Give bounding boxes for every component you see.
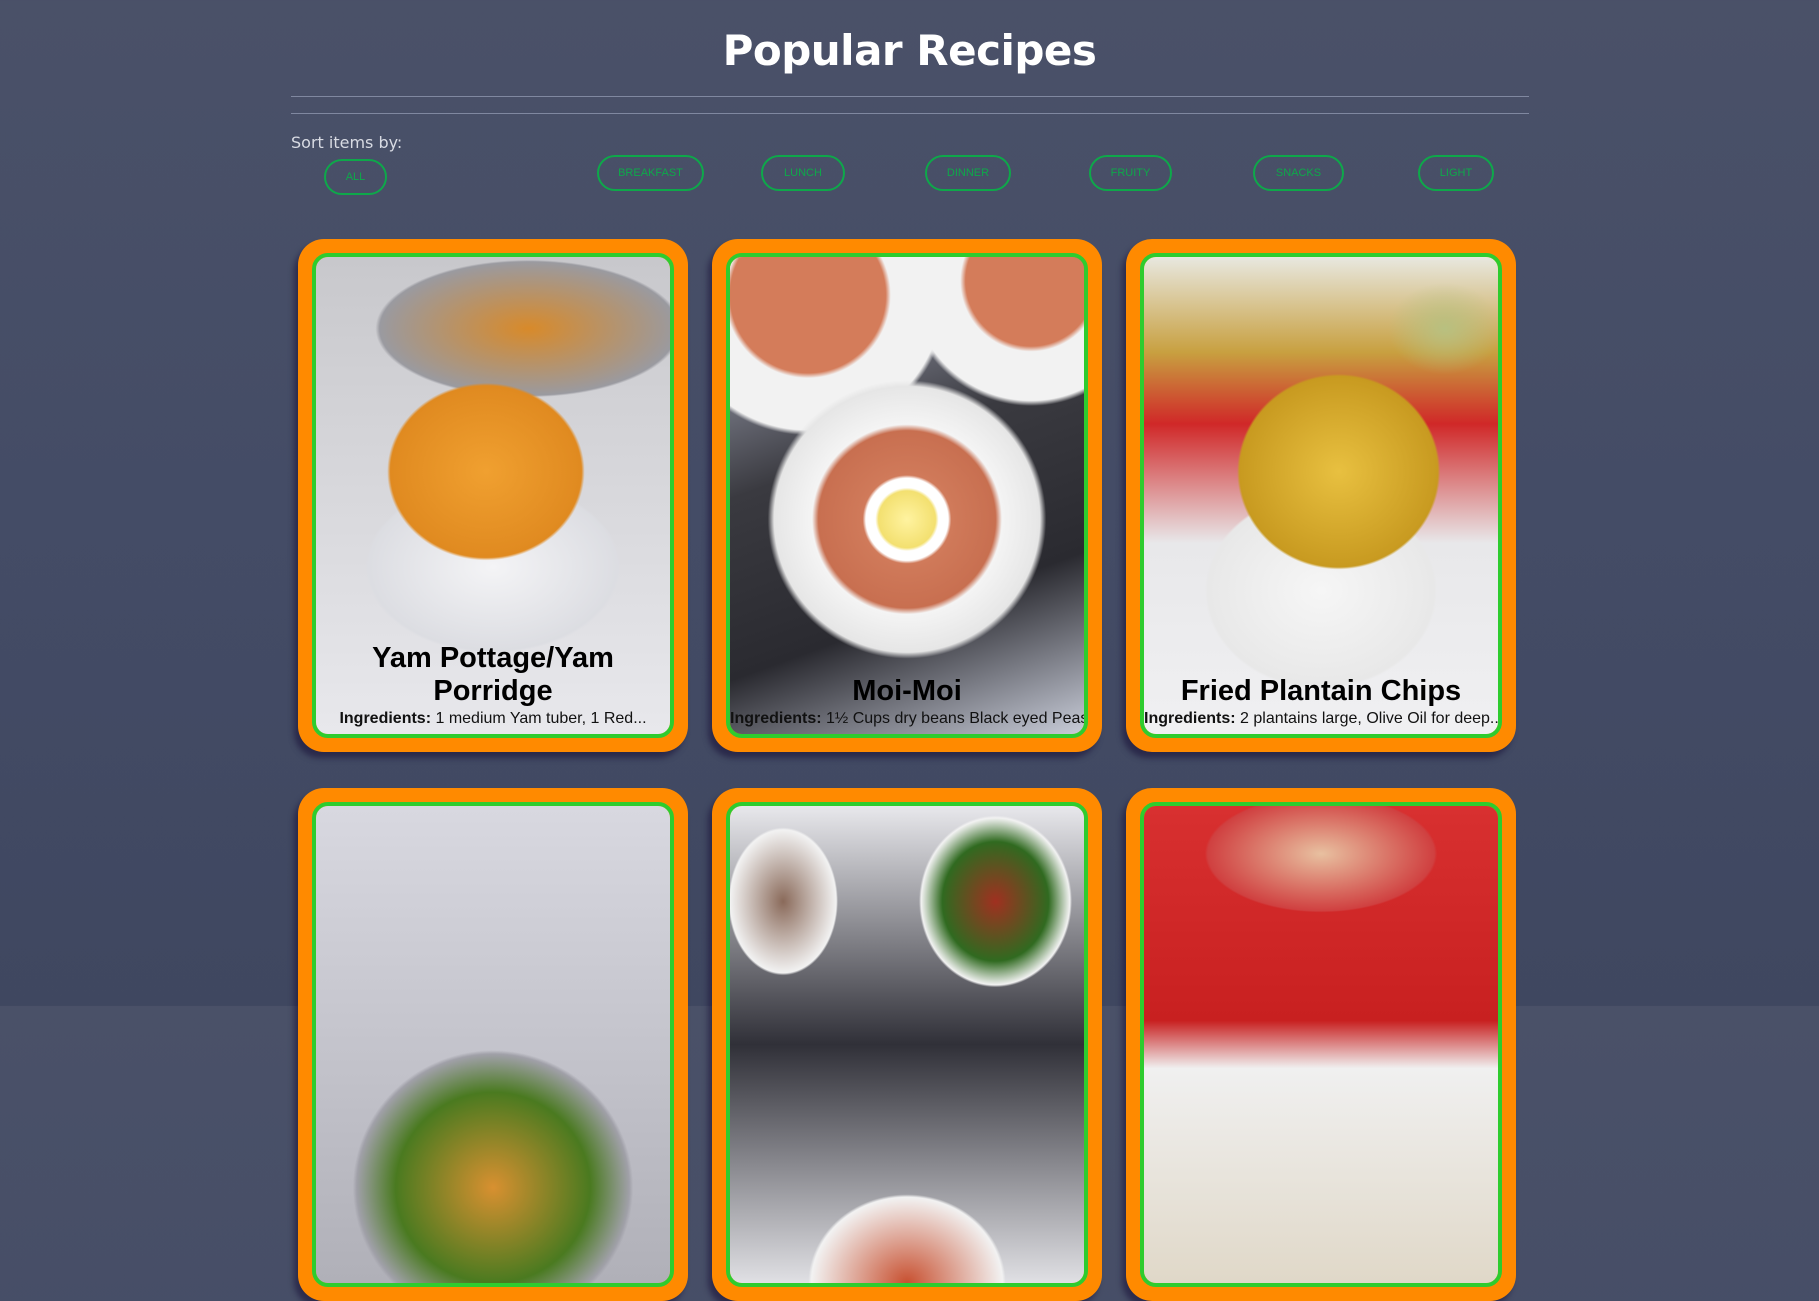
- recipe-card[interactable]: [298, 788, 688, 1301]
- recipe-image: [1144, 806, 1498, 1283]
- recipe-ingredients: Ingredients: 1 medium Yam tuber, 1 Red..…: [339, 710, 647, 727]
- filter-fruity-button[interactable]: FRUITY: [1089, 155, 1172, 191]
- recipe-card[interactable]: [712, 788, 1102, 1301]
- filter-snacks-button[interactable]: SNACKS: [1253, 155, 1344, 191]
- recipe-ingredients: Ingredients: 1½ Cups dry beans Black eye…: [730, 710, 1084, 727]
- page-title: Popular Recipes: [722, 26, 1097, 75]
- recipe-title: Yam Pottage/Yam Porridge: [372, 642, 614, 707]
- divider: [291, 96, 1529, 97]
- recipe-ingredients: Ingredients: 2 plantains large, Olive Oi…: [1144, 710, 1498, 727]
- recipe-title: Fried Plantain Chips: [1180, 675, 1462, 707]
- recipe-image: [730, 257, 1084, 734]
- recipe-title: Moi-Moi: [852, 675, 962, 707]
- filter-all-button[interactable]: ALL: [324, 159, 387, 195]
- filter-light-button[interactable]: LIGHT: [1418, 155, 1494, 191]
- divider: [291, 113, 1529, 114]
- recipe-card[interactable]: Yam Pottage/Yam Porridge Ingredients: 1 …: [298, 239, 688, 752]
- sort-label: Sort items by:: [291, 133, 403, 152]
- recipe-card[interactable]: Fried Plantain Chips Ingredients: 2 plan…: [1126, 239, 1516, 752]
- filter-lunch-button[interactable]: LUNCH: [761, 155, 845, 191]
- recipe-image: [316, 806, 670, 1283]
- recipe-image: [1144, 257, 1498, 734]
- recipe-image: [730, 806, 1084, 1283]
- recipe-card[interactable]: [1126, 788, 1516, 1301]
- filter-breakfast-button[interactable]: BREAKFAST: [597, 155, 704, 191]
- filter-dinner-button[interactable]: DINNER: [925, 155, 1011, 191]
- recipe-card[interactable]: Moi-Moi Ingredients: 1½ Cups dry beans B…: [712, 239, 1102, 752]
